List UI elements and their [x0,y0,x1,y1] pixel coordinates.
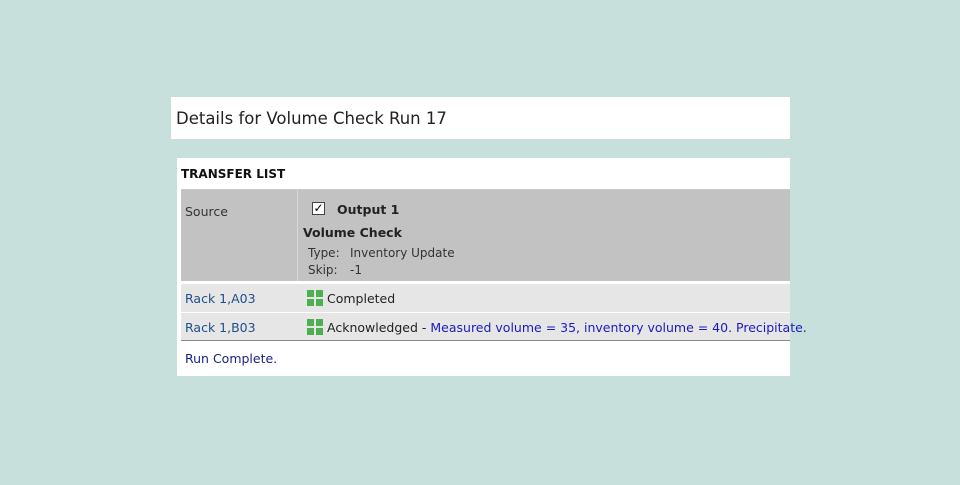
status-label: Acknowledged [327,320,418,335]
output-checkbox[interactable]: ✓ [312,202,325,215]
table-row: Rack 1,B03 Acknowledged - Measured volum… [181,313,807,341]
detail-value: Inventory Update [350,246,455,260]
step-name: Volume Check [303,225,402,240]
detail-key: Skip: [308,263,338,277]
transfer-list-panel: TRANSFER LIST Source ✓ Output 1 Volume C… [177,158,807,376]
detail-skip: Skip: -1 [308,263,362,277]
source-label: Source [185,204,228,219]
detail-value: -1 [350,263,362,277]
column-divider [297,190,298,281]
detail-type: Type: Inventory Update [308,246,455,260]
status-text: Completed [327,291,395,306]
page-title: Details for Volume Check Run 17 [176,108,447,128]
status-label: Completed [327,291,396,306]
page-title-bar: Details for Volume Check Run 17 [171,97,790,139]
grid-status-icon [307,319,323,335]
status-separator: - [417,320,431,335]
grid-status-icon [307,290,323,306]
table-row: Rack 1,A03 Completed [181,284,790,312]
status-note: Measured volume = 35, inventory volume =… [430,320,807,335]
output-label: Output 1 [337,202,400,217]
well-link[interactable]: Rack 1,B03 [185,320,256,335]
detail-key: Type: [308,246,340,260]
rows-divider [181,340,790,341]
transfer-list-header: TRANSFER LIST [181,167,286,181]
status-text: Acknowledged - Measured volume = 35, inv… [327,320,807,335]
source-block: Source ✓ Output 1 Volume Check Type: Inve… [181,190,790,281]
well-link[interactable]: Rack 1,A03 [185,291,256,306]
run-status-footer: Run Complete. [185,351,278,366]
